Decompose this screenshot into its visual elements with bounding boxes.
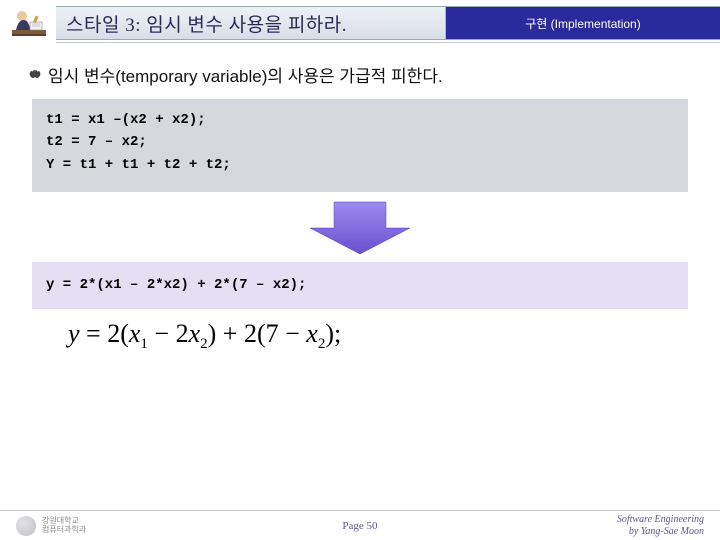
footer-credit: Software Engineering by Yang-Sae Moon <box>617 514 704 538</box>
title-bar: 스타일 3: 임시 변수 사용을 피하라. 구현 (Implementation… <box>56 6 720 40</box>
code-line: t1 = x1 –(x2 + x2); <box>46 109 674 131</box>
slide-header: 스타일 3: 임시 변수 사용을 피하라. 구현 (Implementation… <box>0 0 720 48</box>
formula: y = 2(x1 − 2x2) + 2(7 − x2); <box>68 319 694 353</box>
page-number: Page 50 <box>0 520 720 532</box>
slide-title: 스타일 3: 임시 변수 사용을 피하라. <box>56 7 446 39</box>
code-line: t2 = 7 – x2; <box>46 131 674 153</box>
bullet-icon <box>26 68 44 82</box>
footer-logo-icon <box>16 516 36 536</box>
header-illustration <box>0 0 56 48</box>
divider <box>56 42 720 43</box>
arrow-down <box>26 200 694 256</box>
bullet-text: 임시 변수(temporary variable)의 사용은 가급적 피한다. <box>48 62 443 87</box>
bullet-point: 임시 변수(temporary variable)의 사용은 가급적 피한다. <box>26 62 694 87</box>
code-block-after: y = 2*(x1 – 2*x2) + 2*(7 – x2); <box>32 262 688 308</box>
slide-body: 임시 변수(temporary variable)의 사용은 가급적 피한다. … <box>0 48 720 353</box>
code-line: Y = t1 + t1 + t2 + t2; <box>46 154 674 176</box>
code-line: y = 2*(x1 – 2*x2) + 2*(7 – x2); <box>46 274 674 296</box>
footer-logo-text: 강원대학교 컴퓨터과학과 <box>42 517 86 535</box>
person-desk-icon <box>6 2 50 46</box>
code-block-before: t1 = x1 –(x2 + x2); t2 = 7 – x2; Y = t1 … <box>32 99 688 192</box>
section-label: 구현 (Implementation) <box>446 7 720 39</box>
slide-footer: 강원대학교 컴퓨터과학과 Page 50 Software Engineerin… <box>0 510 720 540</box>
arrow-down-icon <box>300 200 420 256</box>
